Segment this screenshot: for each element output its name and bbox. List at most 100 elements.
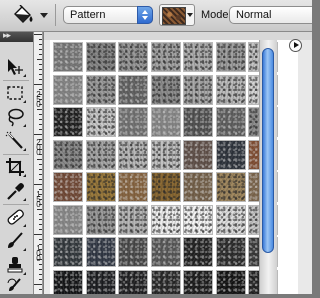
pattern-thumbnail[interactable]	[183, 204, 213, 235]
pattern-thumbnail[interactable]	[150, 42, 181, 72]
scrollbar-thumb[interactable]	[262, 48, 274, 253]
pattern-thumbnail[interactable]	[150, 269, 181, 294]
pattern-thumbnail[interactable]	[150, 107, 181, 137]
tool-corner-marker	[23, 248, 26, 251]
ruler-tick	[39, 214, 42, 215]
pattern-thumbnail[interactable]	[85, 107, 116, 137]
blend-mode-value: Normal	[236, 9, 272, 21]
pattern-thumbnail[interactable]	[85, 172, 116, 202]
eyedropper-tool[interactable]	[3, 180, 27, 202]
pattern-thumbnail[interactable]	[53, 139, 83, 170]
pattern-thumbnail[interactable]	[183, 172, 213, 202]
paint-bucket-icon	[10, 4, 36, 30]
pattern-thumbnail[interactable]	[85, 139, 116, 170]
pattern-thumbnail[interactable]	[183, 107, 213, 137]
divider	[55, 4, 56, 26]
pattern-thumbnail[interactable]	[183, 269, 213, 294]
ruler-tick	[39, 79, 42, 80]
pattern-thumbnail[interactable]	[85, 269, 116, 294]
panel-menu-button[interactable]	[289, 39, 302, 52]
pattern-swatch-picker[interactable]	[159, 4, 195, 26]
lasso-tool[interactable]	[3, 106, 27, 128]
pattern-thumbnail[interactable]	[215, 269, 246, 294]
ruler-tick	[34, 134, 42, 135]
healing-brush-tool[interactable]	[3, 206, 27, 228]
pattern-thumbnail[interactable]	[85, 42, 116, 72]
pattern-thumbnail[interactable]	[215, 42, 246, 72]
tool-corner-marker	[23, 198, 26, 201]
pattern-thumbnail[interactable]	[85, 204, 116, 235]
pattern-thumbnail[interactable]	[183, 139, 213, 170]
panel-top-strip	[44, 32, 312, 40]
pattern-thumbnail[interactable]	[118, 139, 148, 170]
clone-stamp-tool[interactable]	[3, 254, 27, 276]
history-brush-tool[interactable]	[3, 276, 27, 298]
toolbox-header[interactable]: ▸▸	[0, 30, 33, 42]
bandage-icon	[7, 209, 24, 225]
pattern-thumbnail[interactable]	[150, 237, 181, 267]
pattern-thumbnail[interactable]	[150, 74, 181, 105]
fill-source-select[interactable]: Pattern	[63, 6, 153, 24]
ruler-tick	[39, 119, 42, 120]
pattern-thumbnail[interactable]	[118, 42, 148, 72]
pattern-thumbnail[interactable]	[215, 74, 246, 105]
pattern-thumbnail[interactable]	[53, 74, 83, 105]
ruler-tick	[39, 219, 42, 220]
tool-preset-picker[interactable]	[8, 4, 50, 26]
history-brush-icon	[7, 278, 21, 291]
ruler-tick	[39, 129, 42, 130]
pattern-thumbnail[interactable]	[53, 172, 83, 202]
chevron-down-icon	[40, 13, 48, 18]
pattern-thumbnail[interactable]	[118, 237, 148, 267]
pattern-thumbnail[interactable]	[53, 42, 83, 72]
pattern-thumbnail[interactable]	[53, 107, 83, 137]
tool-corner-marker	[23, 74, 26, 77]
ruler-tick	[39, 164, 42, 165]
move-tool[interactable]	[3, 56, 27, 78]
pattern-thumbnail[interactable]	[53, 237, 83, 267]
pattern-scrollbar[interactable]	[259, 40, 277, 294]
ruler-label: 1 5 0	[36, 190, 41, 209]
ruler-tick	[39, 74, 42, 75]
options-bar: Pattern Mode: Normal	[0, 0, 312, 32]
crop-icon	[6, 158, 24, 176]
marquee-tool[interactable]	[3, 82, 27, 104]
pattern-thumbnail[interactable]	[53, 204, 83, 235]
pattern-thumbnail[interactable]	[215, 237, 246, 267]
ruler-tick	[39, 114, 42, 115]
tool-corner-marker	[23, 124, 26, 127]
pattern-thumbnail[interactable]	[118, 74, 148, 105]
pattern-thumbnail[interactable]	[118, 107, 148, 137]
ruler-tick	[39, 264, 42, 265]
pattern-thumbnail[interactable]	[85, 237, 116, 267]
fill-source-value: Pattern	[70, 9, 106, 21]
pattern-thumbnail[interactable]	[150, 139, 181, 170]
pattern-thumbnail[interactable]	[215, 139, 246, 170]
select-stepper-icon	[137, 6, 153, 24]
brush-tool[interactable]	[3, 230, 27, 252]
magic-wand-tool[interactable]	[3, 130, 27, 152]
pattern-thumbnail[interactable]	[215, 204, 246, 235]
stamp-icon	[7, 257, 23, 273]
pattern-thumbnail[interactable]	[215, 172, 246, 202]
pattern-thumbnail[interactable]	[150, 172, 181, 202]
toolbox-divider	[3, 154, 29, 155]
pattern-thumbnail[interactable]	[118, 269, 148, 294]
ruler-tick	[39, 179, 42, 180]
pattern-thumbnail[interactable]	[85, 74, 116, 105]
pattern-thumbnail[interactable]	[53, 269, 83, 294]
pattern-thumbnail[interactable]	[215, 107, 246, 137]
pattern-thumbnail[interactable]	[183, 237, 213, 267]
pattern-thumbnail[interactable]	[183, 42, 213, 72]
crop-tool[interactable]	[3, 156, 27, 178]
magic-wand-icon	[5, 131, 23, 149]
pattern-thumbnail[interactable]	[118, 204, 148, 235]
blend-mode-select[interactable]: Normal	[229, 6, 312, 24]
pattern-thumbnail[interactable]	[150, 204, 181, 235]
pattern-thumbnail[interactable]	[118, 172, 148, 202]
toolbox: ▸▸	[0, 30, 34, 294]
ruler-label: 1 0 0	[36, 244, 41, 263]
brush-icon	[8, 232, 23, 248]
pattern-thumbnail[interactable]	[183, 74, 213, 105]
pattern-picker-panel	[44, 32, 312, 294]
